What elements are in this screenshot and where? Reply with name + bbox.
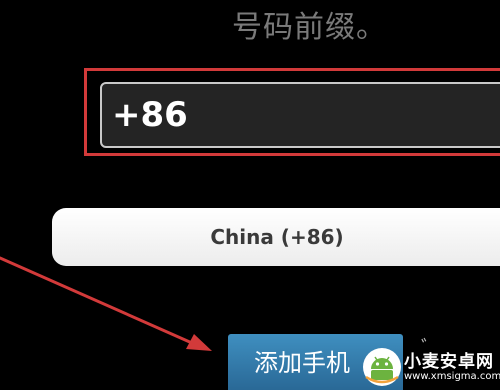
watermark-url: www.xmsigma.com <box>404 371 500 382</box>
watermark: 小麦安卓网 www.xmsigma.com <box>362 345 500 390</box>
annotation-arrow <box>0 256 212 351</box>
watermark-title: 小麦安卓网 <box>404 352 494 372</box>
android-robot-icon <box>363 348 401 386</box>
screen: 号码前缀。 China (+86) 添加手机 ﾞ 小麦安卓网 www.xmsig… <box>0 0 500 390</box>
